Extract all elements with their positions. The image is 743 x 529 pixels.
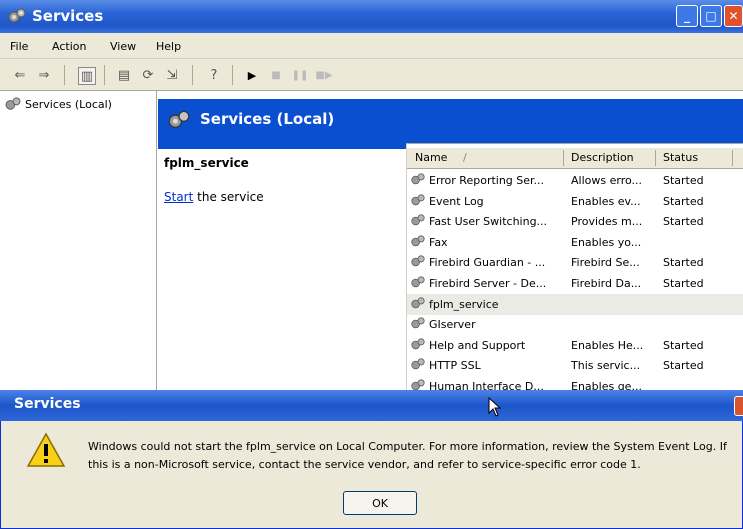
services-gear-icon (168, 110, 190, 128)
table-row[interactable]: Firebird Guardian - ... Firebird Se... Sta… (407, 252, 743, 273)
window-title-bar[interactable] (0, 0, 743, 33)
dialog-title: Services (14, 396, 81, 412)
minimize-button[interactable]: _ (676, 5, 698, 27)
back-icon[interactable]: ⇐ (10, 65, 30, 85)
table-row[interactable]: Firebird Server - De... Firebird Da... Sta… (407, 273, 743, 294)
cell-name: Event Log (429, 194, 484, 208)
restart-icon[interactable]: ■▶ (314, 65, 334, 85)
cell-name: HTTP SSL (429, 359, 481, 373)
menu-action[interactable]: Action (52, 40, 86, 53)
stop-icon[interactable]: ■ (266, 65, 286, 85)
service-gear-icon (411, 338, 425, 352)
service-gear-icon (411, 193, 425, 208)
menu-help[interactable]: Help (156, 40, 181, 53)
start-service-link[interactable]: Start (164, 190, 193, 204)
cell-name: Help and Support (429, 338, 526, 352)
dialog-message-line1: Windows could not start the fplm_service… (88, 440, 727, 453)
service-gear-icon (411, 296, 425, 311)
column-header-name[interactable]: Name (415, 151, 447, 164)
close-button[interactable]: ✕ (724, 5, 743, 27)
properties-icon[interactable]: ▤ (114, 65, 134, 85)
export-list-icon[interactable]: ⇲ (162, 65, 182, 85)
services-list: Name / Description Status Error Reportin… (406, 143, 743, 393)
cell-description: Firebird Da... (571, 277, 642, 290)
show-hide-tree-icon[interactable]: ▥ (78, 67, 96, 85)
services-gear-icon (5, 97, 21, 110)
panel-title: Services (Local) (200, 110, 335, 128)
cell-name: Firebird Server - De... (429, 277, 547, 290)
cell-status: Started (663, 338, 704, 352)
cell-name: fplm_service (429, 297, 499, 311)
cell-name: Fax (429, 235, 448, 249)
start-service-text: Start the service (164, 190, 264, 204)
cell-status: Started (663, 215, 704, 229)
service-gear-icon (411, 235, 425, 249)
cell-status: Started (663, 256, 704, 270)
menu-bar: File Action View Help (0, 33, 743, 59)
cell-description: Enables He... (571, 338, 644, 352)
cell-description: Enables yo... (571, 235, 642, 249)
cell-status: Started (663, 277, 704, 290)
cell-description: Enables ev... (571, 194, 641, 208)
column-header-status[interactable]: Status (663, 151, 698, 164)
dialog-message-line2: this is a non-Microsoft service, contact… (88, 458, 641, 471)
cell-description: Allows erro... (571, 174, 642, 187)
cell-status: Started (663, 174, 704, 187)
mouse-cursor-icon (488, 397, 502, 417)
ok-button[interactable]: OK (343, 491, 417, 515)
pause-icon[interactable]: ❚❚ (290, 65, 310, 85)
menu-file[interactable]: File (10, 40, 28, 53)
warning-icon (26, 432, 66, 467)
services-gear-icon (8, 8, 26, 23)
service-gear-icon (411, 255, 425, 269)
dialog-close-button[interactable] (734, 396, 743, 416)
sort-indicator: / (463, 151, 467, 164)
refresh-icon[interactable]: ⟳ (138, 65, 158, 85)
toolbar: ⇐ ⇒ ▥ ▤ ⟳ ⇲ ? ▶ ■ ❚❚ ■▶ (0, 59, 743, 91)
table-row[interactable]: Help and Support Enables He... Started (407, 335, 743, 356)
cell-name: Firebird Guardian - ... (429, 256, 546, 270)
table-row[interactable]: HTTP SSL This servic... Started (407, 355, 743, 376)
cell-name: GIserver (429, 318, 476, 332)
table-row[interactable]: Fax Enables yo... (407, 232, 743, 253)
service-gear-icon (411, 276, 425, 290)
column-header-description[interactable]: Description (571, 151, 634, 164)
forward-icon[interactable]: ⇒ (34, 65, 54, 85)
table-row[interactable]: GIserver (407, 314, 743, 335)
table-row[interactable]: Error Reporting Ser... Allows erro... Star… (407, 170, 743, 191)
dialog-title-bar[interactable] (0, 390, 743, 421)
cell-description: This servic... (571, 359, 641, 373)
service-gear-icon (411, 173, 425, 187)
tree-item-label: Services (Local) (25, 97, 112, 111)
tree-item-services-local[interactable]: Services (Local) (4, 97, 112, 111)
cell-name: Error Reporting Ser... (429, 174, 545, 187)
table-row[interactable]: fplm_service (407, 293, 743, 315)
cell-name: Fast User Switching... (429, 215, 548, 229)
service-gear-icon (411, 317, 425, 331)
table-row[interactable]: Event Log Enables ev... Started (407, 191, 743, 212)
list-header: Name / Description Status (407, 148, 743, 169)
cell-description: Firebird Se... (571, 256, 640, 270)
help-icon[interactable]: ? (204, 65, 224, 85)
table-row[interactable]: Fast User Switching... Provides m... Start… (407, 211, 743, 232)
cell-status: Started (663, 359, 704, 373)
window-title: Services (32, 7, 104, 25)
cell-description: Provides m... (571, 215, 643, 229)
menu-view[interactable]: View (110, 40, 136, 53)
maximize-button[interactable]: □ (700, 5, 722, 27)
service-gear-icon (411, 214, 425, 228)
dialog-message: Windows could not start the fplm_service… (88, 438, 738, 474)
play-icon[interactable]: ▶ (242, 65, 262, 85)
start-service-suffix: the service (193, 190, 264, 204)
service-gear-icon (411, 358, 425, 372)
cell-status: Started (663, 194, 704, 208)
selected-service-name: fplm_service (164, 156, 249, 170)
